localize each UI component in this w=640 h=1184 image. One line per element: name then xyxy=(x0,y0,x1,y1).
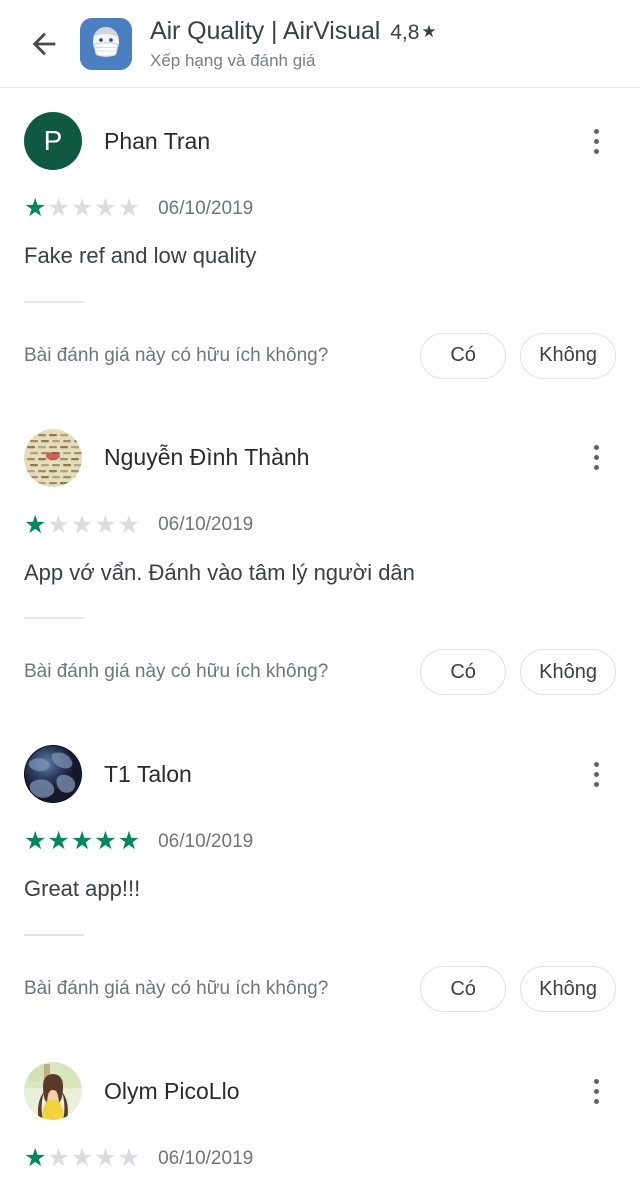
review-meta: ★ ★ ★ ★ ★ 06/10/2019 xyxy=(24,829,616,854)
review-text: Great app!!! xyxy=(24,876,141,902)
dot xyxy=(593,465,599,471)
helpful-row: Bài đánh giá này có hữu ích không? Có Khôn… xyxy=(24,966,616,1038)
review-overflow-menu-icon[interactable] xyxy=(576,752,616,796)
dot xyxy=(593,138,599,144)
review-meta: ★ ★ ★ ★ ★ 06/10/2019 xyxy=(24,1146,616,1171)
review-date: 06/10/2019 xyxy=(158,830,254,852)
dot xyxy=(593,148,599,154)
review-item: Olym PicoLlo★★★★★06/10/2019lier xyxy=(0,1038,640,1184)
star-filled-icon: ★ xyxy=(94,827,117,856)
review-divider xyxy=(24,934,84,937)
avatar[interactable] xyxy=(24,428,82,487)
dot xyxy=(593,1088,599,1094)
app-rating: 4,8 ★ xyxy=(390,21,436,45)
review-text: App vớ vẩn. Đánh vào tâm lý người dân xyxy=(24,559,415,585)
star-empty-icon: ★ xyxy=(94,510,117,539)
avatar[interactable] xyxy=(24,1062,82,1121)
review-header: T1 Talon xyxy=(24,721,616,804)
star-empty-icon: ★ xyxy=(117,510,141,539)
star-filled-icon: ★ xyxy=(24,1144,47,1173)
avatar[interactable]: P xyxy=(24,112,82,170)
avatar-photo xyxy=(24,428,82,487)
dot xyxy=(593,1098,599,1104)
helpful-row: Bài đánh giá này có hữu ích không? Có Khôn… xyxy=(24,649,616,721)
star-filled-icon: ★ xyxy=(117,827,141,856)
review-date: 06/10/2019 xyxy=(158,197,254,219)
star-empty-icon: ★ xyxy=(70,194,94,222)
star-empty-icon: ★ xyxy=(47,1144,70,1173)
dot xyxy=(593,1078,599,1084)
review-list: P Phan Tran ★ ★ ★ ★ ★ 06/10/2019 Fake ref and lo… xyxy=(0,88,640,1184)
review-date: 06/10/2019 xyxy=(158,514,254,536)
arrow-back-icon xyxy=(32,32,56,55)
dot xyxy=(593,128,599,134)
dot xyxy=(593,455,599,461)
review-divider xyxy=(24,617,84,620)
star-filled-icon: ★ xyxy=(24,510,47,539)
helpful-question: Bài đánh giá này có hữu ích không? xyxy=(24,344,329,366)
avatar[interactable] xyxy=(24,745,82,804)
review-overflow-menu-icon[interactable] xyxy=(576,1069,616,1113)
reviewer-name: Nguyễn Đình Thành xyxy=(104,444,310,471)
review-divider xyxy=(24,300,84,303)
helpful-yes-button[interactable]: Có xyxy=(420,966,507,1013)
app-title: Air Quality | AirVisual xyxy=(150,16,381,45)
helpful-yes-button[interactable]: Có xyxy=(420,332,507,379)
helpful-question: Bài đánh giá này có hữu ích không? xyxy=(24,978,329,1000)
star-empty-icon: ★ xyxy=(70,510,94,539)
review-item: Nguyễn Đình Thành ★ ★ ★ ★ ★ 06/10/2019 App vớ v… xyxy=(0,405,640,722)
star-filled-icon: ★ xyxy=(24,827,47,856)
helpful-no-button[interactable]: Không xyxy=(520,649,616,696)
app-title-row: Air Quality | AirVisual 4,8 ★ xyxy=(150,17,437,46)
star-empty-icon: ★ xyxy=(47,194,70,222)
app-rating-value: 4,8 xyxy=(390,20,420,44)
review-overflow-menu-icon[interactable] xyxy=(576,119,616,163)
star-filled-icon: ★ xyxy=(24,194,47,222)
dot xyxy=(593,771,599,777)
star-rating: ★ ★ ★ ★ ★ xyxy=(24,1146,140,1171)
app-bar-text: Air Quality | AirVisual 4,8 ★ Xếp hạng và… xyxy=(150,17,437,71)
back-button[interactable] xyxy=(16,16,72,72)
helpful-question: Bài đánh giá này có hữu ích không? xyxy=(24,661,329,683)
reviewer-name: Phan Tran xyxy=(104,127,211,154)
app-icon[interactable] xyxy=(80,17,132,70)
review-overflow-menu-icon[interactable] xyxy=(576,436,616,480)
review-header: Olym PicoLlo xyxy=(24,1038,616,1121)
star-empty-icon: ★ xyxy=(117,1144,141,1173)
helpful-no-button[interactable]: Không xyxy=(520,332,616,379)
star-empty-icon: ★ xyxy=(47,510,70,539)
reviewer-name: Olym PicoLlo xyxy=(104,1077,240,1104)
avatar-photo xyxy=(24,745,82,804)
helpful-no-button[interactable]: Không xyxy=(520,966,616,1013)
review-header: P Phan Tran xyxy=(24,88,616,170)
review-header: Nguyễn Đình Thành xyxy=(24,405,616,487)
star-empty-icon: ★ xyxy=(94,1144,117,1173)
star-rating: ★ ★ ★ ★ ★ xyxy=(24,829,140,854)
helpful-row: Bài đánh giá này có hữu ích không? Có Khôn… xyxy=(24,332,616,405)
avatar-initial: P xyxy=(24,112,82,170)
star-filled-icon: ★ xyxy=(47,827,70,856)
dot xyxy=(593,761,599,767)
dot xyxy=(593,781,599,787)
dot xyxy=(593,445,599,451)
star-rating: ★ ★ ★ ★ ★ xyxy=(24,510,141,539)
review-date: 06/10/2019 xyxy=(158,1147,254,1169)
review-item: T1 Talon ★ ★ ★ ★ ★ 06/10/2019 Great app!!! Bài đ… xyxy=(0,721,640,1038)
review-item: P Phan Tran ★ ★ ★ ★ ★ 06/10/2019 Fake ref and lo… xyxy=(0,88,640,405)
star-empty-icon: ★ xyxy=(117,194,141,222)
star-empty-icon: ★ xyxy=(94,194,117,222)
app-bar: Air Quality | AirVisual 4,8 ★ Xếp hạng và… xyxy=(0,0,640,88)
review-meta: ★ ★ ★ ★ ★ 06/10/2019 xyxy=(24,196,616,221)
star-filled-icon: ★ xyxy=(70,827,94,856)
app-subtitle: Xếp hạng và đánh giá xyxy=(150,50,316,70)
avatar-photo xyxy=(24,1062,82,1121)
review-meta: ★ ★ ★ ★ ★ 06/10/2019 xyxy=(24,510,616,539)
star-empty-icon: ★ xyxy=(70,1144,94,1173)
reviewer-name: T1 Talon xyxy=(104,760,192,787)
rating-star-icon: ★ xyxy=(421,22,437,41)
star-rating: ★ ★ ★ ★ ★ xyxy=(24,196,140,221)
masked-face-app-icon xyxy=(80,17,132,70)
helpful-yes-button[interactable]: Có xyxy=(420,649,507,696)
review-text: Fake ref and low quality xyxy=(24,243,257,268)
